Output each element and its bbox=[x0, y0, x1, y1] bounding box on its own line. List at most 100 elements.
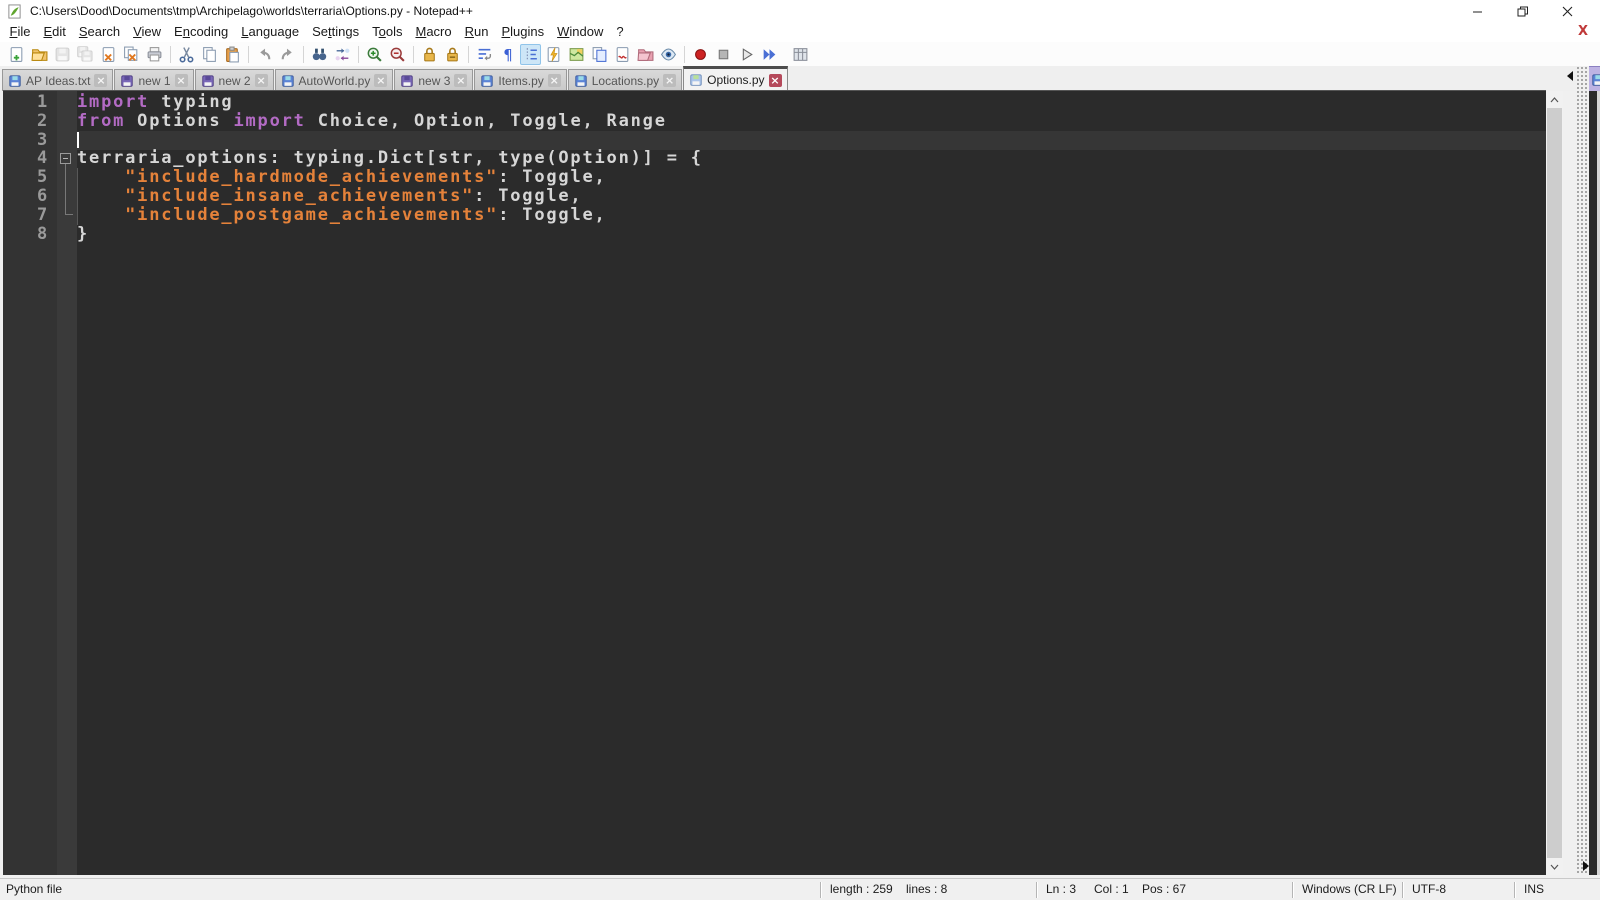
view-splitter[interactable] bbox=[1576, 66, 1589, 875]
vertical-scrollbar[interactable] bbox=[1546, 91, 1563, 875]
find-icon bbox=[312, 48, 327, 60]
status-insert-mode: INS bbox=[1524, 882, 1545, 896]
tab-close-icon[interactable]: × bbox=[174, 74, 188, 87]
tab-label: Items.py bbox=[498, 73, 544, 88]
tab-close-icon[interactable]: × bbox=[374, 74, 388, 87]
close-all-button[interactable] bbox=[121, 44, 142, 65]
tab-close-icon[interactable]: × bbox=[768, 73, 782, 87]
file-saved-icon bbox=[1592, 74, 1600, 86]
scroll-down-arrow[interactable] bbox=[1546, 858, 1563, 875]
scrollbar-thumb[interactable] bbox=[1547, 108, 1562, 858]
menu-[interactable]: ? bbox=[610, 22, 630, 42]
document-map-button[interactable] bbox=[566, 44, 587, 65]
document-map-icon bbox=[569, 47, 584, 61]
menu-settings[interactable]: Settings bbox=[306, 22, 366, 42]
status-line-num: Ln : 3 bbox=[1046, 882, 1077, 896]
second-view-editor-sliver bbox=[1589, 91, 1600, 875]
macro-record-button[interactable] bbox=[690, 44, 711, 65]
toolbar-separator bbox=[358, 45, 359, 63]
tab-close-icon[interactable]: × bbox=[454, 74, 468, 87]
file-modified-icon bbox=[400, 74, 414, 88]
tab-close-icon[interactable]: × bbox=[663, 74, 677, 87]
redo-icon bbox=[281, 48, 292, 59]
macro-save-button[interactable] bbox=[790, 44, 811, 65]
menu-encoding[interactable]: Encoding bbox=[168, 22, 235, 42]
save-icon bbox=[55, 47, 70, 61]
print-button[interactable] bbox=[144, 44, 165, 65]
second-view-tab-sliver[interactable] bbox=[1589, 66, 1600, 91]
toolbar-separator bbox=[170, 45, 171, 63]
menu-run[interactable]: Run bbox=[458, 22, 495, 42]
status-bar: Python file length : 259 lines : 8 Ln : … bbox=[0, 878, 1600, 900]
zoom-out-button[interactable] bbox=[387, 44, 408, 65]
cut-button[interactable] bbox=[176, 44, 197, 65]
folder-as-workspace-button[interactable] bbox=[635, 44, 656, 65]
menu-edit[interactable]: Edit bbox=[37, 22, 72, 42]
tab-new-1[interactable]: new 1 × bbox=[114, 69, 194, 91]
tab-close-icon[interactable]: × bbox=[547, 74, 561, 87]
show-all-characters-button[interactable]: ¶ bbox=[497, 44, 518, 65]
tab-close-icon[interactable]: × bbox=[94, 74, 108, 87]
menu-macro[interactable]: Macro bbox=[409, 22, 458, 42]
word-wrap-icon bbox=[478, 48, 492, 61]
minimize-button[interactable] bbox=[1455, 0, 1500, 22]
menu-search[interactable]: Search bbox=[72, 22, 126, 42]
monitoring-button[interactable] bbox=[658, 44, 679, 65]
menu-view[interactable]: View bbox=[127, 22, 168, 42]
zoom-out-icon bbox=[390, 47, 405, 62]
tab-new-2[interactable]: new 2 × bbox=[194, 69, 274, 91]
menu-tools[interactable]: Tools bbox=[366, 22, 409, 42]
paste-button[interactable] bbox=[222, 44, 243, 65]
save-button[interactable] bbox=[52, 44, 73, 65]
file-saved-icon bbox=[480, 74, 494, 88]
toolbar-separator bbox=[413, 45, 414, 63]
undo-button[interactable] bbox=[254, 44, 275, 65]
restore-button[interactable] bbox=[1500, 0, 1545, 22]
tab-autoworld-py[interactable]: AutoWorld.py × bbox=[274, 69, 394, 91]
line-number: 3 bbox=[36, 129, 49, 150]
menu-file[interactable]: File bbox=[3, 22, 37, 42]
scroll-up-arrow[interactable] bbox=[1546, 91, 1563, 108]
file-modified-icon bbox=[201, 74, 215, 88]
new-file-button[interactable] bbox=[6, 44, 27, 65]
editor-surface[interactable]: 1 import typing 2 from Options import Choic… bbox=[3, 90, 1546, 875]
sync-vertical-scroll-button[interactable] bbox=[419, 44, 440, 65]
macro-save-icon bbox=[793, 47, 808, 61]
word-wrap-button[interactable] bbox=[474, 44, 495, 65]
menu-language[interactable]: Language bbox=[235, 22, 306, 42]
line-number: 5 bbox=[36, 167, 49, 188]
close-button[interactable] bbox=[1545, 0, 1590, 22]
tab-new-3[interactable]: new 3 × bbox=[394, 69, 474, 91]
zoom-in-button[interactable] bbox=[364, 44, 385, 65]
save-all-button[interactable] bbox=[75, 44, 96, 65]
tab-options-py[interactable]: Options.py × bbox=[683, 66, 788, 91]
tab-items-py[interactable]: Items.py × bbox=[474, 69, 567, 91]
status-eol-format: Windows (CR LF) bbox=[1302, 882, 1397, 896]
document-close-icon[interactable]: X bbox=[1574, 22, 1592, 42]
function-list-button[interactable] bbox=[612, 44, 633, 65]
document-list-button[interactable] bbox=[589, 44, 610, 65]
tab-close-icon[interactable]: × bbox=[254, 74, 268, 87]
splitter-collapse-left-icon[interactable] bbox=[1567, 71, 1573, 81]
show-indent-guide-button[interactable] bbox=[520, 43, 541, 65]
user-defined-language-button[interactable] bbox=[543, 44, 564, 65]
sync-horizontal-scroll-button[interactable] bbox=[442, 44, 463, 65]
monitoring-icon bbox=[660, 47, 677, 61]
line-number: 2 bbox=[36, 110, 49, 131]
replace-button[interactable] bbox=[332, 44, 353, 65]
macro-run-multiple-button[interactable] bbox=[759, 44, 780, 65]
menu-plugins[interactable]: Plugins bbox=[495, 22, 551, 42]
open-file-button[interactable] bbox=[29, 44, 50, 65]
macro-stop-button[interactable] bbox=[713, 44, 734, 65]
tab-ap-ideas-txt[interactable]: AP Ideas.txt × bbox=[2, 69, 114, 91]
macro-play-button[interactable] bbox=[736, 44, 757, 65]
redo-button[interactable] bbox=[277, 44, 298, 65]
fold-collapse-icon[interactable] bbox=[60, 153, 71, 165]
close-button[interactable] bbox=[98, 44, 119, 65]
tab-locations-py[interactable]: Locations.py × bbox=[567, 69, 683, 91]
find-button[interactable] bbox=[309, 44, 330, 65]
status-column: Col : 1 bbox=[1094, 882, 1129, 896]
copy-button[interactable] bbox=[199, 44, 220, 65]
status-lines: lines : 8 bbox=[906, 882, 948, 896]
menu-window[interactable]: Window bbox=[551, 22, 610, 42]
